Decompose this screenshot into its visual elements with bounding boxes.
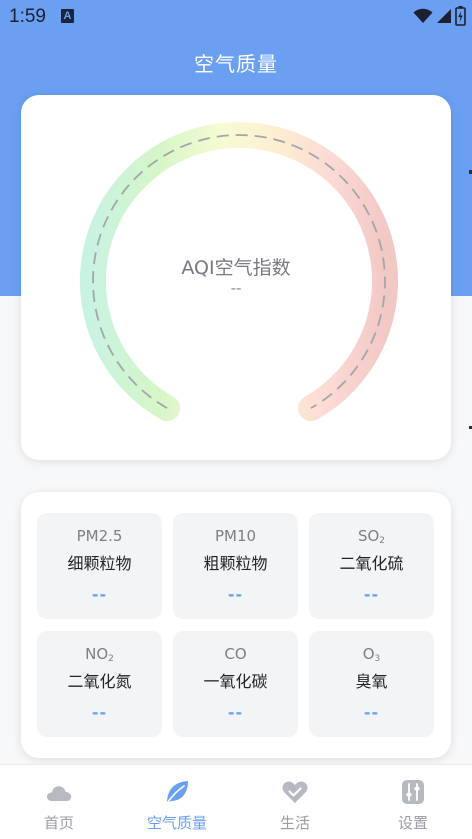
pollutant-code: PM2.5 [76, 527, 123, 545]
aqi-label: AQI空气指数 [181, 257, 291, 279]
pollutant-tile-o3[interactable]: O3 臭氧 -- [309, 631, 434, 737]
pollutant-value: -- [227, 703, 244, 722]
pollutant-tile-no2[interactable]: NO2 二氧化氮 -- [37, 631, 162, 737]
pollutant-card: PM2.5 细颗粒物 -- PM10 粗颗粒物 -- SO2 二氧化硫 -- N… [21, 492, 451, 758]
pollutant-name: 一氧化碳 [203, 672, 268, 691]
pollutant-name: 二氧化氮 [67, 672, 132, 691]
status-bar: 1:59 A [0, 0, 472, 32]
aqi-value: -- [230, 279, 242, 297]
pollutant-code: NO2 [85, 645, 114, 664]
tab-label: 空气质量 [146, 814, 207, 832]
pollutant-name: 细颗粒物 [67, 554, 132, 573]
pollutant-value: -- [91, 585, 108, 604]
tab-life[interactable]: 生活 [236, 765, 354, 839]
tab-label: 设置 [397, 814, 428, 832]
signal-icon [437, 9, 451, 23]
tab-label: 生活 [279, 814, 310, 832]
pollutant-tile-pm25[interactable]: PM2.5 细颗粒物 -- [37, 513, 162, 619]
tab-label: 首页 [43, 814, 74, 832]
pollutant-tile-co[interactable]: CO 一氧化碳 -- [173, 631, 298, 737]
tab-settings[interactable]: 设置 [354, 765, 472, 839]
notification-icon: A [61, 9, 74, 23]
pollutant-code: CO [224, 645, 247, 663]
leaf-icon [166, 781, 188, 804]
pollutant-name: 二氧化硫 [339, 554, 404, 573]
page-title: 空气质量 [194, 52, 278, 76]
tab-air-quality[interactable]: 空气质量 [118, 765, 236, 839]
sliders-icon [402, 780, 424, 804]
pollutant-value: -- [363, 703, 380, 722]
status-time: 1:59 [9, 6, 46, 27]
pollutant-value: -- [91, 703, 108, 722]
pollutant-code: O3 [362, 645, 381, 664]
pollutant-name: 臭氧 [355, 672, 388, 691]
status-icons [413, 6, 466, 26]
pollutant-code: SO2 [357, 527, 386, 546]
pollutant-value: -- [227, 585, 244, 604]
cloud-icon [46, 786, 72, 801]
pollutant-value: -- [363, 585, 380, 604]
pollutant-code: PM10 [214, 527, 257, 545]
heart-icon [282, 781, 308, 803]
battery-icon [455, 6, 466, 26]
tab-home[interactable]: 首页 [0, 765, 118, 839]
pollutant-tile-pm10[interactable]: PM10 粗颗粒物 -- [173, 513, 298, 619]
bottom-tab-bar: 首页 空气质量 生活 设置 [0, 764, 472, 839]
pollutant-name: 粗颗粒物 [203, 554, 268, 573]
aqi-gauge-card: AQI空气指数 -- [21, 95, 451, 460]
wifi-icon [413, 8, 433, 23]
pollutant-tile-so2[interactable]: SO2 二氧化硫 -- [309, 513, 434, 619]
